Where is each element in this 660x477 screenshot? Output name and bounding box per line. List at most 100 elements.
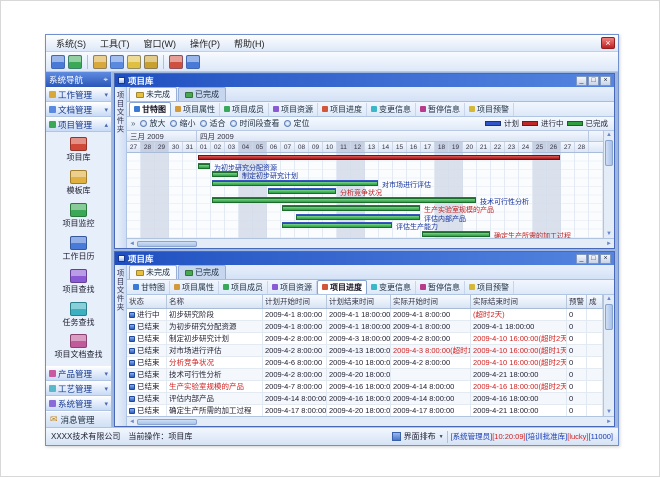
column-header[interactable]: 预警 — [567, 295, 587, 308]
sidebar-panel-header[interactable]: 项目管理▴ — [46, 117, 111, 132]
sidebar-item[interactable]: 项目查找 — [46, 269, 111, 295]
status-tab[interactable]: 未完成 — [129, 87, 177, 101]
calendar-icon[interactable] — [51, 55, 65, 69]
lock-icon[interactable] — [127, 55, 141, 69]
sidebar-panel-header[interactable]: 工艺管理▾ — [46, 381, 111, 396]
scrollbar-thumb[interactable] — [137, 241, 197, 247]
folder-side-tab[interactable]: 项目文件夹 — [115, 87, 127, 248]
gantt-tool-button[interactable]: 时间段查看 — [230, 118, 279, 129]
table-row[interactable]: 已结束分析竞争状况2009-4-6 8:00:002009-4-10 18:00… — [127, 357, 603, 369]
subtab[interactable]: 项目预警 — [465, 281, 514, 294]
subtab[interactable]: 项目属性 — [170, 281, 219, 294]
subtab[interactable]: 项目预警 — [465, 103, 514, 116]
menu-item[interactable]: 系统(S) — [49, 35, 93, 52]
gantt-bar[interactable] — [268, 189, 336, 194]
subtab[interactable]: 项目资源 — [269, 103, 318, 116]
sidebar-panel-header[interactable]: 工作管理▾ — [46, 87, 111, 102]
subtab[interactable]: 项目资源 — [268, 281, 317, 294]
column-header[interactable]: 实际结束时间 — [471, 295, 567, 308]
subtab[interactable]: 项目成员 — [219, 281, 268, 294]
scrollbar-thumb[interactable] — [605, 140, 613, 166]
subtab[interactable]: 项目属性 — [171, 103, 220, 116]
gantt-bar[interactable] — [282, 223, 392, 228]
subtab[interactable]: 甘特图 — [129, 281, 170, 294]
table-row[interactable]: 已结束为初步研究分配资源2009-4-1 8:00:002009-4-1 18:… — [127, 321, 603, 333]
gantt-tool-button[interactable]: 缩小 — [170, 118, 195, 129]
scroll-down-arrow[interactable]: ▼ — [606, 408, 612, 416]
menu-item[interactable]: 帮助(H) — [227, 35, 272, 52]
maximize-button[interactable]: □ — [588, 76, 599, 86]
exit-icon[interactable] — [169, 55, 183, 69]
subtab[interactable]: 甘特图 — [129, 102, 171, 117]
layout-button-label[interactable]: 界面排布 — [404, 431, 436, 442]
gantt-bar[interactable] — [212, 198, 476, 203]
gantt-tool-button[interactable]: 放大 — [140, 118, 165, 129]
scrollbar-thumb[interactable] — [605, 304, 613, 330]
pushpin-icon[interactable]: ⌖ — [103, 75, 108, 85]
child-window-titlebar[interactable]: 项目库_□× — [115, 74, 614, 87]
subtab[interactable]: 变更信息 — [367, 281, 416, 294]
folder-side-tab[interactable]: 项目文件夹 — [115, 265, 127, 426]
column-header[interactable]: 名称 — [167, 295, 263, 308]
gantt-tool-button[interactable]: 适合 — [200, 118, 225, 129]
scroll-up-arrow[interactable]: ▲ — [606, 131, 612, 139]
gantt-bar[interactable] — [296, 215, 420, 220]
monitor-icon[interactable] — [110, 55, 124, 69]
sidebar-item[interactable]: 项目监控 — [46, 203, 111, 229]
sidebar-panel-header[interactable]: 文档管理▾ — [46, 102, 111, 117]
sidebar-item[interactable]: 模板库 — [46, 170, 111, 196]
gantt-bar[interactable] — [422, 232, 490, 237]
scroll-right-arrow[interactable]: ► — [606, 419, 612, 425]
sidebar-panel-header[interactable]: 产品管理▾ — [46, 366, 111, 381]
scroll-right-arrow[interactable]: ► — [606, 241, 612, 247]
sidebar-item[interactable]: 任务查找 — [46, 302, 111, 328]
globe-icon[interactable] — [68, 55, 82, 69]
vertical-scrollbar[interactable]: ▲▼ — [603, 295, 614, 416]
close-button[interactable]: × — [600, 254, 611, 264]
gantt-bar[interactable] — [212, 172, 238, 177]
folder-icon[interactable] — [93, 55, 107, 69]
app-close-button[interactable]: × — [601, 37, 615, 49]
status-tab[interactable]: 未完成 — [129, 265, 177, 279]
vertical-scrollbar[interactable]: ▲▼ — [603, 131, 614, 238]
dropdown-arrow-icon[interactable]: ▼ — [439, 434, 444, 440]
table-row[interactable]: 已结束确定生产所需的加工过程2009-4-17 8:00:002009-4-20… — [127, 405, 603, 416]
status-tab[interactable]: 已完成 — [178, 265, 226, 279]
scroll-down-arrow[interactable]: ▼ — [606, 230, 612, 238]
gantt-tool-button[interactable]: 定位 — [284, 118, 309, 129]
sidebar-item[interactable]: 项目文档查找 — [46, 334, 111, 360]
menu-item[interactable]: 操作(P) — [183, 35, 227, 52]
column-header[interactable]: 成 — [587, 295, 603, 308]
sidebar-tab-messages[interactable]: ✉ 消息管理 — [46, 411, 111, 427]
scroll-left-arrow[interactable]: ◄ — [129, 241, 135, 247]
chevron-right-icon[interactable]: » — [131, 119, 135, 128]
column-header[interactable]: 实际开始时间 — [391, 295, 471, 308]
table-row[interactable]: 已结束评估内部产品2009-4-14 8:00:002009-4-16 18:0… — [127, 393, 603, 405]
key-icon[interactable] — [144, 55, 158, 69]
gantt-bar[interactable] — [212, 181, 378, 186]
minimize-button[interactable]: _ — [576, 254, 587, 264]
gantt-bar[interactable] — [198, 164, 210, 169]
horizontal-scrollbar[interactable]: ◄► — [127, 416, 614, 426]
column-header[interactable]: 状态 — [127, 295, 167, 308]
table-row[interactable]: 进行中初步研究阶段2009-4-1 8:00:002009-4-1 18:00:… — [127, 309, 603, 321]
table-row[interactable]: 已结束制定初步研究计划2009-4-2 8:00:002009-4-3 18:0… — [127, 333, 603, 345]
subtab[interactable]: 项目进度 — [317, 280, 367, 295]
subtab[interactable]: 变更信息 — [367, 103, 416, 116]
child-window-titlebar[interactable]: 项目库_□× — [115, 252, 614, 265]
gantt-bar[interactable] — [282, 206, 420, 211]
table-row[interactable]: 已结束生产实验室规模的产品2009-4-7 8:00:002009-4-16 1… — [127, 381, 603, 393]
gantt-bar[interactable] — [198, 155, 560, 160]
table-row[interactable]: 已结束对市场进行评估2009-4-2 8:00:002009-4-13 18:0… — [127, 345, 603, 357]
menu-item[interactable]: 工具(T) — [93, 35, 137, 52]
close-button[interactable]: × — [600, 76, 611, 86]
column-header[interactable]: 计划开始时间 — [263, 295, 327, 308]
minimize-button[interactable]: _ — [576, 76, 587, 86]
subtab[interactable]: 暂停信息 — [416, 281, 465, 294]
sidebar-item[interactable]: 工作日历 — [46, 236, 111, 262]
sidebar-item[interactable]: 项目库 — [46, 137, 111, 163]
horizontal-scrollbar[interactable]: ◄► — [127, 238, 614, 248]
status-tab[interactable]: 已完成 — [178, 87, 226, 101]
menu-item[interactable]: 窗口(W) — [137, 35, 184, 52]
column-header[interactable]: 计划结束时间 — [327, 295, 391, 308]
